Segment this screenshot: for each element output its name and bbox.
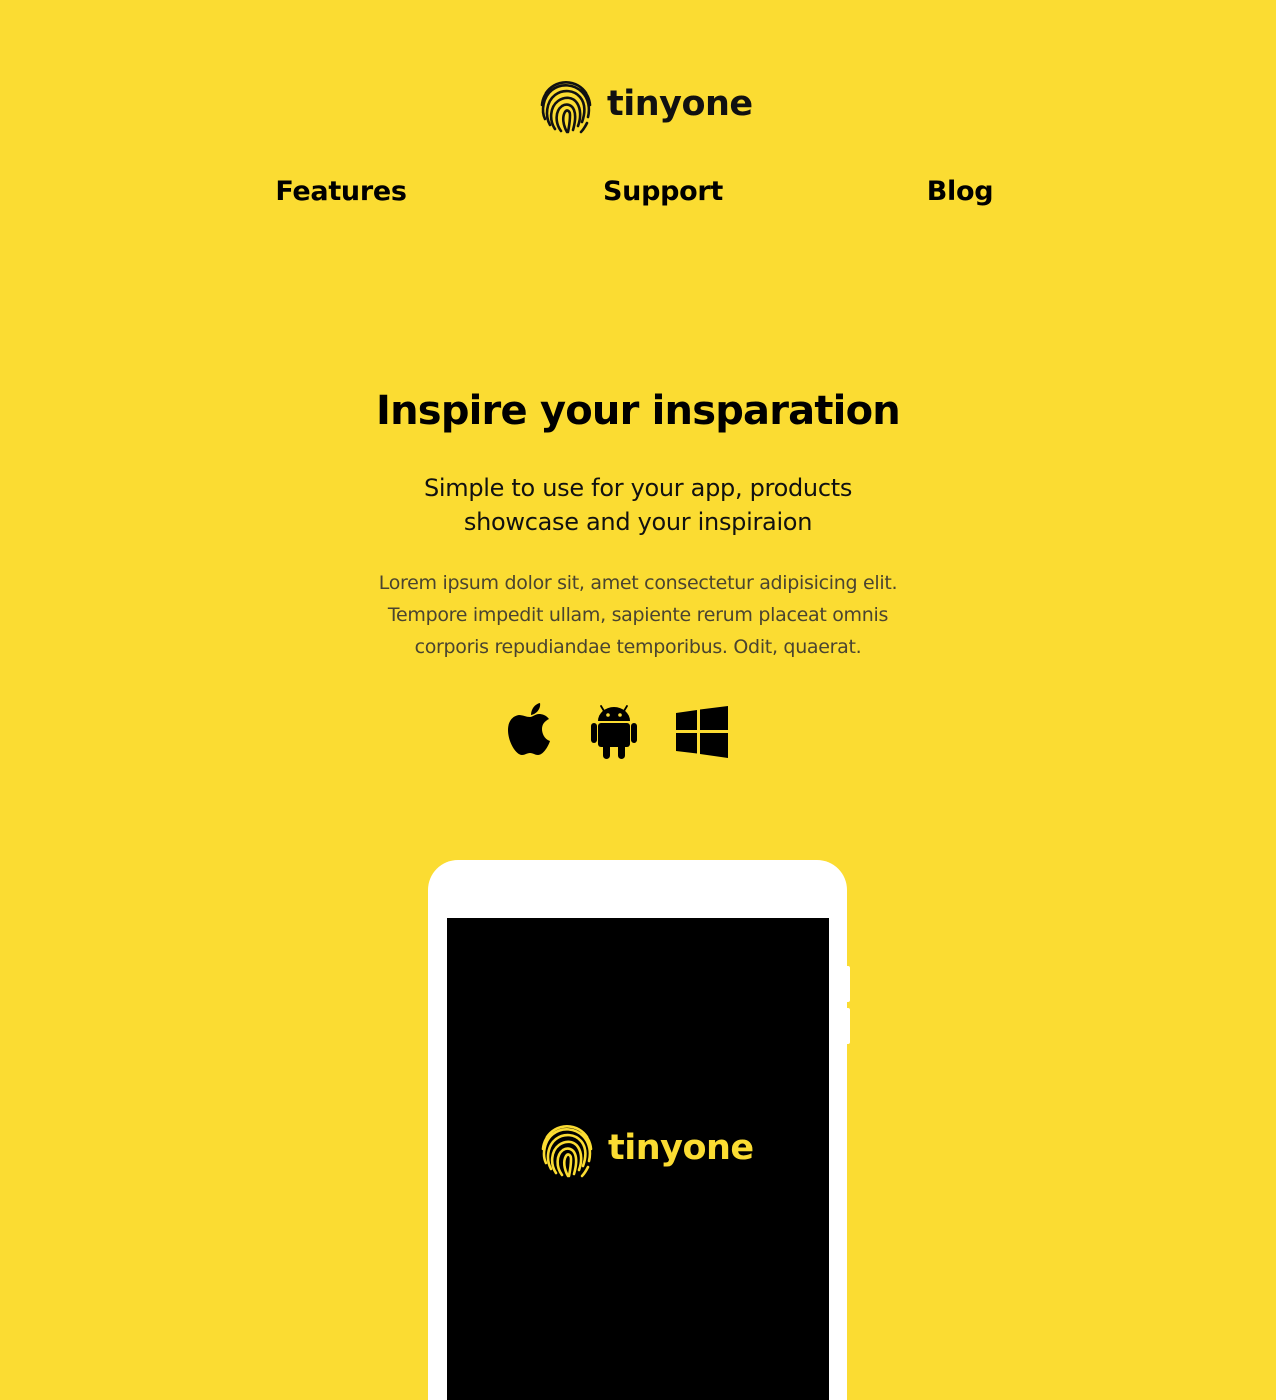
hero-subtitle-line-2: showcase and your inspiraion bbox=[463, 508, 813, 536]
hero-description-line-2: Tempore impedit ullam, sapiente rerum pl… bbox=[387, 604, 889, 626]
brand-name: tinyone bbox=[607, 84, 753, 124]
phone-screen: tinyone bbox=[447, 918, 829, 1400]
screen-logo: tinyone bbox=[537, 1118, 754, 1180]
windows-store-link[interactable] bbox=[676, 706, 728, 758]
brand-logo[interactable]: tinyone bbox=[536, 74, 753, 136]
hero-title: Inspire your insparation bbox=[376, 388, 901, 434]
windows-icon bbox=[676, 706, 728, 758]
hero-description-line-3: corporis repudiandae temporibus. Odit, q… bbox=[414, 636, 862, 658]
hero-description: Lorem ipsum dolor sit, amet consectetur … bbox=[368, 567, 908, 663]
android-store-link[interactable] bbox=[591, 705, 637, 759]
screen-logo-text: tinyone bbox=[608, 1128, 754, 1168]
apple-store-link[interactable] bbox=[507, 702, 553, 756]
phone-side-button bbox=[846, 1008, 850, 1044]
hero-description-line-1: Lorem ipsum dolor sit, amet consectetur … bbox=[378, 572, 898, 594]
phone-side-button bbox=[846, 966, 850, 1002]
hero-subtitle: Simple to use for your app, products sho… bbox=[388, 471, 888, 539]
fingerprint-icon bbox=[541, 1124, 593, 1178]
nav-item-features[interactable]: Features bbox=[275, 176, 407, 207]
apple-icon bbox=[508, 703, 550, 755]
nav-item-support[interactable]: Support bbox=[603, 176, 723, 207]
fingerprint-icon bbox=[540, 80, 592, 134]
android-icon bbox=[591, 705, 637, 759]
phone-mockup: tinyone bbox=[428, 860, 850, 1400]
nav-item-blog[interactable]: Blog bbox=[927, 176, 994, 207]
hero-subtitle-line-1: Simple to use for your app, products bbox=[423, 474, 853, 502]
